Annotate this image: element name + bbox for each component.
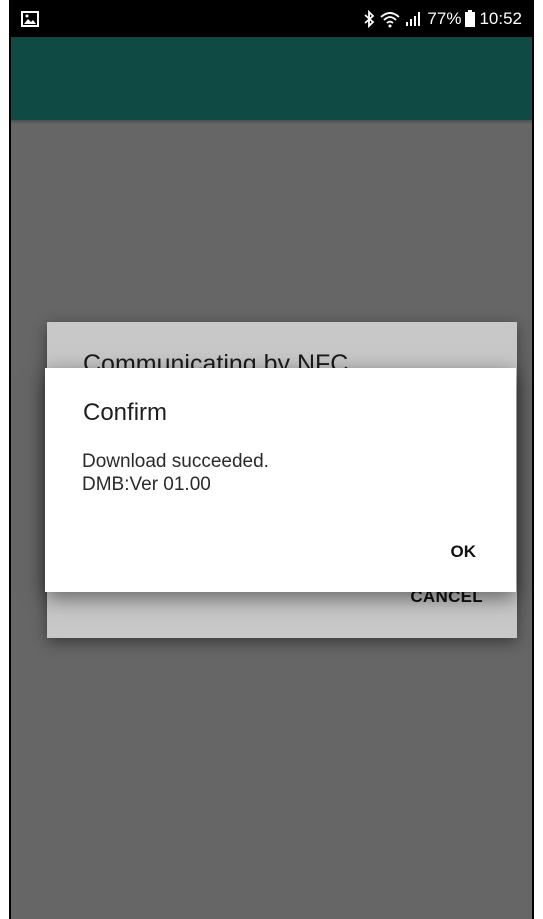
device-screen: 77% 10:52 Communicating by NFC CANCEL Co… [9, 0, 534, 919]
dialog-message-line: DMB:Ver 01.00 [82, 474, 211, 495]
dialog-title: Confirm [83, 399, 168, 426]
app-bar-shadow [11, 120, 532, 124]
signal-icon [405, 11, 423, 27]
ok-button[interactable]: OK [451, 542, 477, 562]
wifi-icon [379, 10, 401, 28]
dialog-message: Download succeeded. DMB:Ver 01.00 [82, 450, 269, 496]
battery-percent: 77% [427, 8, 462, 28]
status-bar: 77% 10:52 [11, 0, 532, 37]
status-time: 10:52 [479, 8, 522, 28]
confirm-dialog: Confirm Download succeeded. DMB:Ver 01.0… [45, 368, 516, 592]
app-bar [11, 37, 532, 120]
phone-frame: 77% 10:52 Communicating by NFC CANCEL Co… [0, 0, 543, 919]
image-notification-icon [21, 10, 39, 27]
battery-icon [465, 10, 476, 27]
dialog-message-line: Download succeeded. [82, 451, 269, 472]
bluetooth-icon [363, 9, 375, 28]
